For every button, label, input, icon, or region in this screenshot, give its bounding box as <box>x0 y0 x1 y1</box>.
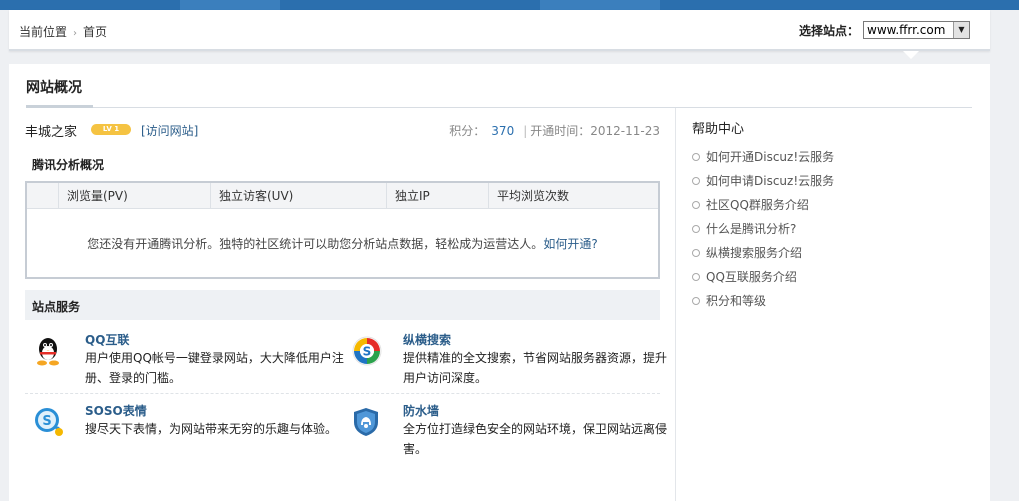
bullet-icon <box>692 201 700 209</box>
site-stats: 积分： 370 | 开通时间：2012-11-23 <box>449 122 660 139</box>
visit-site-link[interactable]: [访问网站] <box>141 122 198 139</box>
table-header-pv: 浏览量(PV) <box>59 183 211 209</box>
help-item[interactable]: 如何开通Discuz!云服务 <box>692 145 972 169</box>
service-desc: 搜尽天下表情，为网站带来无穷的乐趣与体验。 <box>85 422 338 436</box>
qq-penguin-icon[interactable] <box>33 335 65 367</box>
help-item[interactable]: 积分和等级 <box>692 289 972 313</box>
svg-text:S: S <box>42 414 51 429</box>
how-to-enable-link[interactable]: 如何开通? <box>543 237 597 251</box>
bullet-icon <box>692 177 700 185</box>
help-center: 帮助中心 如何开通Discuz!云服务 如何申请Discuz!云服务 社区QQ群… <box>692 118 972 313</box>
svg-text:S: S <box>363 345 372 359</box>
table-header-avg-views: 平均浏览次数 <box>497 189 570 203</box>
help-item-label: 如何申请Discuz!云服务 <box>706 174 835 188</box>
tencent-analysis-table: 浏览量(PV) 独立访客(UV) 独立IP 平均浏览次数 您还没有开通腾讯分析。… <box>25 181 660 279</box>
bullet-icon <box>692 273 700 281</box>
service-desc: 用户使用QQ帐号一键登录网站，大大降低用户注册、登录的门槛。 <box>85 351 344 385</box>
service-name[interactable]: 防水墙 <box>403 402 439 419</box>
breadcrumb-separator: › <box>73 28 78 39</box>
bullet-icon <box>692 153 700 161</box>
table-header-cell <box>27 183 59 209</box>
site-info-row: 丰城之家 LV 1 [访问网站] 积分： 370 | 开通时间：2012-11-23 <box>25 121 660 140</box>
services-row-divider <box>25 393 660 394</box>
bullet-icon <box>692 225 700 233</box>
help-item[interactable]: 社区QQ群服务介绍 <box>692 193 972 217</box>
site-name: 丰城之家 <box>25 125 78 140</box>
help-item-label: QQ互联服务介绍 <box>706 270 797 284</box>
empty-message-text: 您还没有开通腾讯分析。独特的社区统计可以助您分析站点数据，轻松成为运营达人。 <box>87 237 544 251</box>
tencent-analysis-title: 腾讯分析概况 <box>32 158 105 172</box>
help-item[interactable]: 什么是腾讯分析? <box>692 217 972 241</box>
main-panel: 网站概况 丰城之家 LV 1 [访问网站] 积分： 370 | 开通时间：2012-1… <box>9 64 990 501</box>
soso-search-icon[interactable]: S <box>351 335 383 367</box>
bullet-icon <box>692 297 700 305</box>
breadcrumb-bar: 当前位置 › 首页 选择站点： www.ffrr.com ▼ <box>9 10 990 51</box>
help-item-label: 如何开通Discuz!云服务 <box>706 150 835 164</box>
breadcrumb-current-location: 当前位置 <box>19 25 68 39</box>
stats-divider: | <box>523 124 528 138</box>
overview-column: 丰城之家 LV 1 [访问网站] 积分： 370 | 开通时间：2012-11-23 … <box>25 108 667 501</box>
site-select-value: www.ffrr.com <box>867 23 946 37</box>
soso-emoticon-icon[interactable]: S <box>33 406 65 438</box>
help-item-label: 积分和等级 <box>706 294 767 308</box>
chevron-down-icon[interactable]: ▼ <box>953 22 969 38</box>
page-title: 网站概况 <box>26 80 82 96</box>
bullet-icon <box>692 249 700 257</box>
shield-icon[interactable] <box>351 406 383 438</box>
table-header: 浏览量(PV) 独立访客(UV) 独立IP 平均浏览次数 <box>27 183 658 209</box>
site-select-dropdown[interactable]: www.ffrr.com ▼ <box>863 21 970 39</box>
service-name[interactable]: SOSO表情 <box>85 402 147 419</box>
help-center-title: 帮助中心 <box>692 122 745 137</box>
breadcrumb: 当前位置 › 首页 <box>19 23 107 40</box>
help-item[interactable]: 纵横搜索服务介绍 <box>692 241 972 265</box>
score-value: 370 <box>491 124 515 138</box>
notch-pointer <box>903 51 919 59</box>
open-time: 开通时间：2012-11-23 <box>530 124 660 138</box>
help-item[interactable]: 如何申请Discuz!云服务 <box>692 169 972 193</box>
site-select-group: 选择站点： www.ffrr.com ▼ <box>799 21 970 39</box>
service-desc: 提供精准的全文搜索，节省网站服务器资源，提升用户访问深度。 <box>403 351 668 385</box>
help-item-label: 社区QQ群服务介绍 <box>706 198 809 212</box>
breadcrumb-home-link[interactable]: 首页 <box>83 25 107 39</box>
table-header-uv: 独立访客(UV) <box>211 183 387 209</box>
top-bar <box>0 0 1019 10</box>
table-header-ip: 独立IP <box>387 183 489 209</box>
services-header: 站点服务 <box>25 290 660 320</box>
service-desc: 全方位打造绿色安全的网站环境，保卫网站远离侵害。 <box>403 422 668 456</box>
service-name[interactable]: 纵横搜索 <box>403 331 451 348</box>
score-label: 积分： <box>449 124 486 138</box>
level-badge: LV 1 <box>91 124 131 135</box>
services-title: 站点服务 <box>32 300 81 314</box>
top-bar-stripe <box>180 0 280 10</box>
top-bar-stripe <box>540 0 660 10</box>
service-name[interactable]: QQ互联 <box>85 331 129 348</box>
site-select-label: 选择站点： <box>798 23 859 38</box>
help-item[interactable]: QQ互联服务介绍 <box>692 265 972 289</box>
table-empty-message: 您还没有开通腾讯分析。独特的社区统计可以助您分析站点数据，轻松成为运营达人。如何… <box>27 235 658 252</box>
help-item-label: 纵横搜索服务介绍 <box>706 246 803 260</box>
column-divider <box>675 108 676 501</box>
help-item-label: 什么是腾讯分析? <box>706 222 797 236</box>
